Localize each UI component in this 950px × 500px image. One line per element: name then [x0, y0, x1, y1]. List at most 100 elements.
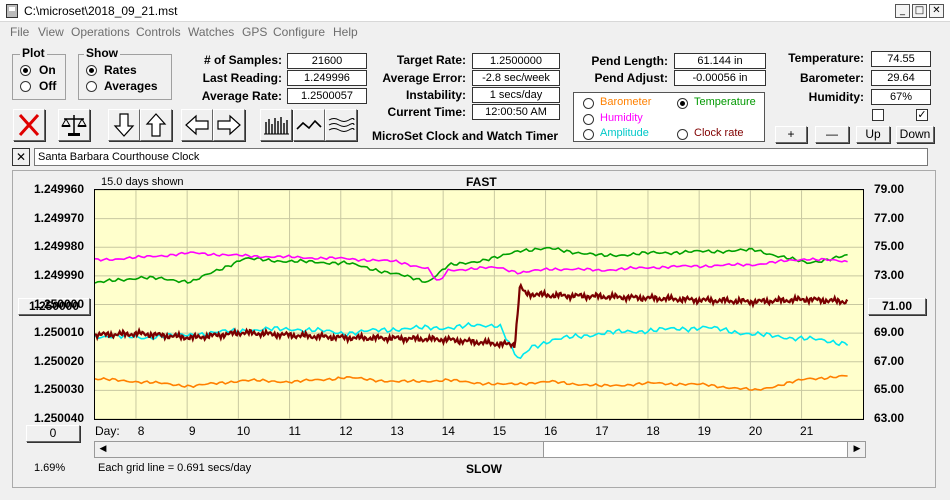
right-axis-tick: 69.00: [874, 325, 905, 340]
balance-button[interactable]: [58, 109, 90, 141]
sensor-humidity-label: Humidity: [600, 112, 643, 124]
menu-file[interactable]: File: [10, 25, 29, 39]
scroll-right-button[interactable]: [213, 109, 245, 141]
days-shown-label: 15.0 days shown: [101, 176, 184, 188]
smooth-graph-button[interactable]: [325, 109, 357, 141]
scroll-left-button[interactable]: [181, 109, 213, 141]
series-line-clock-rate: [94, 282, 849, 350]
show-rates-label: Rates: [104, 63, 137, 77]
plot-group: [12, 54, 66, 100]
menu-bar: File View Operations Controls Watches GP…: [0, 23, 950, 41]
scale-minus-button[interactable]: —: [815, 126, 849, 143]
x-axis-tick: 15: [492, 424, 507, 438]
average-error-label: Average Error:: [382, 71, 466, 85]
line-graph-button[interactable]: [293, 109, 325, 141]
maximize-button[interactable]: □: [912, 4, 927, 18]
sensor-barometer-label: Barometer: [600, 96, 652, 108]
plot-off-radio[interactable]: [20, 81, 31, 92]
rate-down-button[interactable]: [108, 109, 140, 141]
show-averages-label: Averages: [104, 79, 158, 93]
scale-plus-button[interactable]: +: [775, 126, 807, 143]
temperature-label: Temperature:: [788, 51, 864, 65]
samples-value: 21600: [287, 53, 367, 69]
menu-view[interactable]: View: [38, 25, 64, 39]
offset-zero-button[interactable]: 0: [26, 425, 80, 442]
arrow-down-icon: [113, 113, 135, 137]
show-averages-radio[interactable]: [86, 81, 97, 92]
scroll-thumb[interactable]: [543, 442, 848, 457]
right-axis-tick: 73.00: [874, 267, 905, 282]
scroll-right-arrow[interactable]: ▶: [849, 442, 865, 457]
close-button[interactable]: ✕: [929, 4, 944, 18]
clock-name-field[interactable]: Santa Barbara Courthouse Clock: [34, 148, 928, 166]
last-reading-value: 1.249996: [287, 70, 367, 86]
scale-up-button[interactable]: Up: [856, 126, 890, 143]
sensor-humidity-radio[interactable]: [583, 114, 594, 125]
chart-title-fast: FAST: [466, 175, 497, 189]
arrow-left-icon: [185, 114, 209, 136]
plot-off-label: Off: [39, 79, 57, 93]
menu-watches[interactable]: Watches: [188, 25, 234, 39]
sensor-amplitude-radio[interactable]: [583, 129, 594, 140]
average-rate-value: 1.2500057: [287, 88, 367, 104]
left-axis-tick: 1.250010: [33, 325, 84, 340]
x-axis-tick: 17: [595, 424, 609, 438]
target-rate-value: 1.2500000: [472, 53, 560, 69]
x-axis-tick: 14: [441, 424, 455, 438]
x-axis-tick: 8: [137, 424, 145, 438]
pend-adjust-value: -0.00056 in: [674, 70, 766, 86]
humidity-value: 67%: [871, 89, 931, 105]
line-graph-icon: [296, 119, 322, 130]
x-axis-tick: 10: [236, 424, 251, 438]
menu-gps[interactable]: GPS: [242, 25, 267, 39]
right-axis-tick: 79.00: [874, 182, 905, 196]
title-bar: C:\microset\2018_09_21.mst _ □ ✕: [0, 0, 950, 22]
pend-length-label: Pend Length:: [591, 54, 668, 68]
clear-clock-name-button[interactable]: ✕: [12, 148, 30, 166]
scale-down-button[interactable]: Down: [896, 126, 934, 143]
plot-on-radio[interactable]: [20, 65, 31, 76]
percent-readout: 1.69%: [34, 462, 66, 474]
bar-graph-icon: [264, 117, 289, 135]
left-axis-tick: 1.250040: [33, 411, 84, 425]
menu-controls[interactable]: Controls: [136, 25, 181, 39]
menu-configure[interactable]: Configure: [273, 25, 325, 39]
menu-operations[interactable]: Operations: [71, 25, 130, 39]
plot-group-title: Plot: [20, 46, 47, 60]
barometer-label: Barometer:: [799, 71, 864, 85]
x-axis-tick: 21: [799, 424, 814, 438]
left-axis-tick: 1.250000: [33, 296, 84, 311]
scroll-left-arrow[interactable]: ◀: [95, 442, 111, 457]
sensor-clock-rate-radio[interactable]: [677, 129, 688, 140]
current-time-label: Current Time:: [387, 105, 466, 119]
balance-scale-icon: [61, 115, 87, 136]
right-checkbox[interactable]: ✓: [916, 109, 928, 121]
bar-graph-button[interactable]: [260, 109, 292, 141]
menu-help[interactable]: Help: [333, 25, 358, 39]
arrow-right-icon: [217, 114, 241, 136]
x-axis-tick: 9: [188, 424, 196, 438]
average-error-value: -2.8 sec/week: [472, 70, 560, 86]
show-group: [78, 54, 172, 100]
minimize-button[interactable]: _: [895, 4, 910, 18]
chart-hscrollbar[interactable]: ◀ ▶: [94, 441, 866, 458]
sensor-barometer-radio[interactable]: [583, 98, 594, 109]
rate-up-button[interactable]: [140, 109, 172, 141]
barometer-value: 29.64: [871, 70, 931, 86]
left-checkbox[interactable]: [872, 109, 884, 121]
x-axis-tick: 16: [543, 424, 558, 438]
last-reading-label: Last Reading:: [202, 71, 282, 85]
app-name: MicroSet Clock and Watch Timer: [372, 129, 559, 143]
sensor-temperature-radio[interactable]: [677, 98, 688, 109]
pend-adjust-label: Pend Adjust:: [594, 71, 668, 85]
center-sensor-button[interactable]: 71.00: [868, 298, 926, 315]
instability-label: Instability:: [405, 88, 466, 102]
smooth-graph-icon: [328, 118, 355, 132]
samples-label: # of Samples:: [203, 53, 282, 67]
series-line-barometer: [94, 374, 848, 391]
target-rate-label: Target Rate:: [396, 53, 466, 67]
x-axis-tick: 18: [646, 424, 660, 438]
average-rate-label: Average Rate:: [201, 89, 282, 103]
clear-button[interactable]: [13, 109, 45, 141]
show-rates-radio[interactable]: [86, 65, 97, 76]
